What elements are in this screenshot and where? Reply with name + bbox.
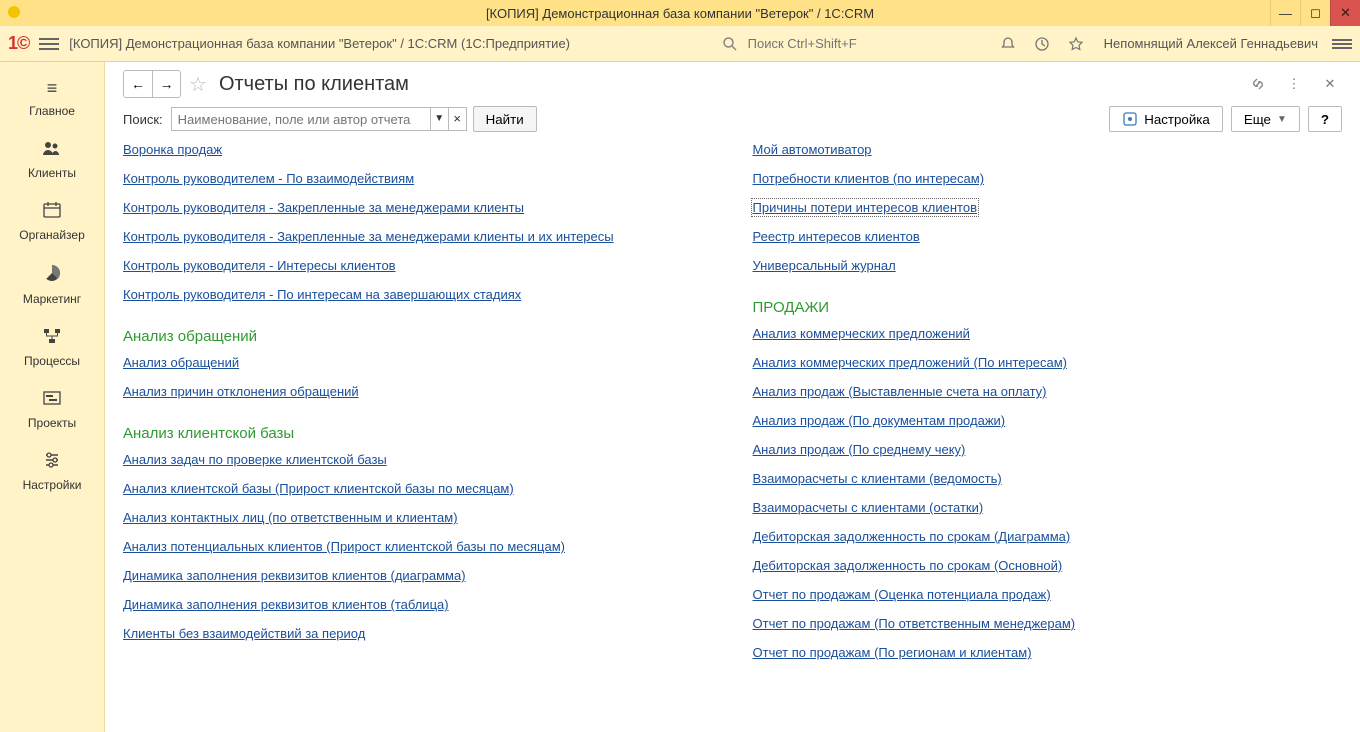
process-icon xyxy=(0,328,104,349)
report-link[interactable]: Клиенты без взаимодействий за период xyxy=(123,626,365,641)
report-link[interactable]: Отчет по продажам (Оценка потенциала про… xyxy=(753,587,1051,602)
report-search-field: ▼ × xyxy=(171,107,467,131)
more-button[interactable]: Еще▼ xyxy=(1231,106,1300,132)
report-link[interactable]: Воронка продаж xyxy=(123,142,222,157)
report-link[interactable]: Анализ потенциальных клиентов (Прирост к… xyxy=(123,539,565,554)
main-menu-button[interactable] xyxy=(39,38,59,50)
window-title: [КОПИЯ] Демонстрационная база компании "… xyxy=(0,6,1360,21)
section-title: Анализ обращений xyxy=(123,328,713,345)
report-link[interactable]: Причины потери интересов клиентов xyxy=(753,200,978,215)
left-column: Воронка продаж Контроль руководителем - П… xyxy=(123,142,713,674)
sidebar-item-marketing[interactable]: Маркетинг xyxy=(0,254,104,318)
clients-icon xyxy=(0,140,104,161)
kebab-menu-icon[interactable]: ⋮ xyxy=(1282,72,1306,96)
report-link[interactable]: Контроль руководителя - По интересам на … xyxy=(123,287,521,302)
favorite-toggle-icon[interactable]: ☆ xyxy=(189,72,207,97)
settings-icon xyxy=(0,452,104,473)
main-area: ← → ☆ Отчеты по клиентам ⋮ ✕ Поиск: ▼ × … xyxy=(105,62,1360,732)
report-link[interactable]: Динамика заполнения реквизитов клиентов … xyxy=(123,597,449,612)
report-link[interactable]: Анализ коммерческих предложений xyxy=(753,326,970,341)
report-link[interactable]: Взаиморасчеты с клиентами (ведомость) xyxy=(753,471,1002,486)
sidebar-item-organizer[interactable]: Органайзер xyxy=(0,192,104,254)
favorites-icon[interactable] xyxy=(1064,32,1088,56)
right-column: Мой автомотиватор Потребности клиентов (п… xyxy=(753,142,1343,674)
report-link[interactable]: Потребности клиентов (по интересам) xyxy=(753,171,985,186)
logo-1c: 1© xyxy=(8,33,29,54)
sidebar-item-main[interactable]: ≡ Главное xyxy=(0,68,104,130)
report-link[interactable]: Анализ контактных лиц (по ответственным … xyxy=(123,510,458,525)
sidebar-item-settings[interactable]: Настройки xyxy=(0,442,104,504)
search-label: Поиск: xyxy=(123,112,163,127)
report-link[interactable]: Анализ обращений xyxy=(123,355,239,370)
window-minimize-button[interactable]: — xyxy=(1270,0,1300,26)
help-button[interactable]: ? xyxy=(1308,106,1342,132)
search-dropdown-button[interactable]: ▼ xyxy=(430,108,448,130)
report-link[interactable]: Анализ клиентской базы (Прирост клиентск… xyxy=(123,481,514,496)
link-icon[interactable] xyxy=(1246,72,1270,96)
report-link[interactable]: Анализ продаж (По документам продажи) xyxy=(753,413,1006,428)
report-link[interactable]: Универсальный журнал xyxy=(753,258,896,273)
report-link[interactable]: Контроль руководителем - По взаимодейств… xyxy=(123,171,414,186)
window-close-button[interactable]: ✕ xyxy=(1330,0,1360,26)
sidebar-item-projects[interactable]: Проекты xyxy=(0,380,104,442)
sidebar-item-processes[interactable]: Процессы xyxy=(0,318,104,380)
pie-chart-icon xyxy=(0,264,104,287)
settings-button[interactable]: Настройка xyxy=(1109,106,1223,132)
report-link[interactable]: Контроль руководителя - Интересы клиенто… xyxy=(123,258,396,273)
find-button[interactable]: Найти xyxy=(473,106,537,132)
notifications-icon[interactable] xyxy=(996,32,1020,56)
report-link[interactable]: Дебиторская задолженность по срокам (Диа… xyxy=(753,529,1071,544)
window-maximize-button[interactable]: ◻ xyxy=(1300,0,1330,26)
report-link[interactable]: Динамика заполнения реквизитов клиентов … xyxy=(123,568,466,583)
report-link[interactable]: Анализ продаж (По среднему чеку) xyxy=(753,442,966,457)
sidebar-item-clients[interactable]: Клиенты xyxy=(0,130,104,192)
projects-icon xyxy=(0,390,104,411)
global-search-input[interactable] xyxy=(746,35,986,52)
nav-forward-button[interactable]: → xyxy=(152,71,180,97)
report-link[interactable]: Анализ задач по проверке клиентской базы xyxy=(123,452,387,467)
menu-icon: ≡ xyxy=(0,78,104,99)
report-link[interactable]: Анализ продаж (Выставленные счета на опл… xyxy=(753,384,1047,399)
search-icon xyxy=(718,32,742,56)
nav-arrows: ← → xyxy=(123,70,181,98)
report-link[interactable]: Анализ причин отклонения обращений xyxy=(123,384,359,399)
report-link[interactable]: Мой автомотиватор xyxy=(753,142,872,157)
user-menu-button[interactable] xyxy=(1332,39,1352,49)
report-search-input[interactable] xyxy=(172,108,430,130)
app-window-icon xyxy=(6,4,28,23)
report-link[interactable]: Взаиморасчеты с клиентами (остатки) xyxy=(753,500,984,515)
report-link[interactable]: Дебиторская задолженность по срокам (Осн… xyxy=(753,558,1063,573)
close-page-icon[interactable]: ✕ xyxy=(1318,72,1342,96)
report-link[interactable]: Контроль руководителя - Закрепленные за … xyxy=(123,200,524,215)
nav-back-button[interactable]: ← xyxy=(124,71,152,97)
user-name[interactable]: Непомнящий Алексей Геннадьевич xyxy=(1104,36,1318,51)
sidebar: ≡ Главное Клиенты Органайзер Маркетинг xyxy=(0,62,105,732)
report-link[interactable]: Отчет по продажам (По регионам и клиента… xyxy=(753,645,1032,660)
page-title: Отчеты по клиентам xyxy=(219,73,409,96)
app-bar: 1© [КОПИЯ] Демонстрационная база компани… xyxy=(0,26,1360,62)
window-titlebar: [КОПИЯ] Демонстрационная база компании "… xyxy=(0,0,1360,26)
search-clear-button[interactable]: × xyxy=(448,108,466,130)
section-title: Анализ клиентской базы xyxy=(123,425,713,442)
history-icon[interactable] xyxy=(1030,32,1054,56)
section-title: ПРОДАЖИ xyxy=(753,299,1343,316)
report-link[interactable]: Контроль руководителя - Закрепленные за … xyxy=(123,229,614,244)
calendar-icon xyxy=(0,202,104,223)
report-link[interactable]: Отчет по продажам (По ответственным мене… xyxy=(753,616,1076,631)
report-link[interactable]: Реестр интересов клиентов xyxy=(753,229,920,244)
app-title: [КОПИЯ] Демонстрационная база компании "… xyxy=(69,36,570,51)
report-link[interactable]: Анализ коммерческих предложений (По инте… xyxy=(753,355,1067,370)
